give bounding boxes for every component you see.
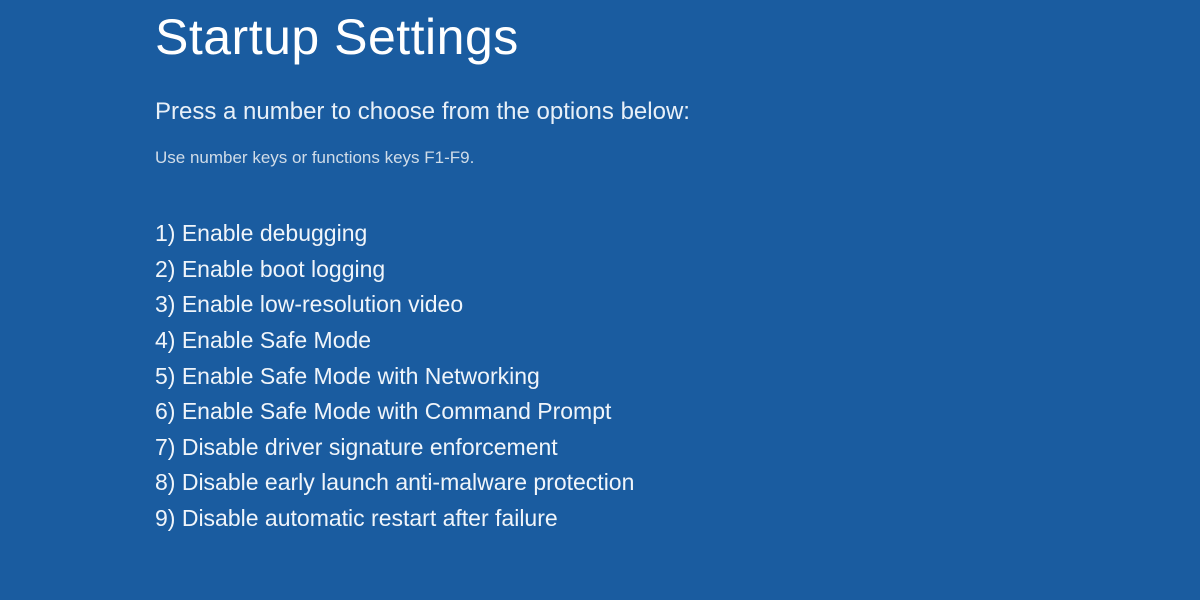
option-enable-low-resolution-video[interactable]: 3) Enable low-resolution video: [155, 287, 1200, 323]
option-enable-safe-mode-command-prompt[interactable]: 6) Enable Safe Mode with Command Prompt: [155, 394, 1200, 430]
option-disable-early-launch-anti-malware[interactable]: 8) Disable early launch anti-malware pro…: [155, 465, 1200, 501]
hint-text: Use number keys or functions keys F1-F9.: [155, 148, 1200, 168]
option-enable-boot-logging[interactable]: 2) Enable boot logging: [155, 252, 1200, 288]
option-enable-debugging[interactable]: 1) Enable debugging: [155, 216, 1200, 252]
option-enable-safe-mode[interactable]: 4) Enable Safe Mode: [155, 323, 1200, 359]
instruction-text: Press a number to choose from the option…: [155, 98, 1200, 126]
page-title: Startup Settings: [155, 8, 1200, 66]
startup-options-list: 1) Enable debugging 2) Enable boot loggi…: [155, 216, 1200, 537]
option-enable-safe-mode-networking[interactable]: 5) Enable Safe Mode with Networking: [155, 359, 1200, 395]
option-disable-automatic-restart[interactable]: 9) Disable automatic restart after failu…: [155, 501, 1200, 537]
option-disable-driver-signature-enforcement[interactable]: 7) Disable driver signature enforcement: [155, 430, 1200, 466]
